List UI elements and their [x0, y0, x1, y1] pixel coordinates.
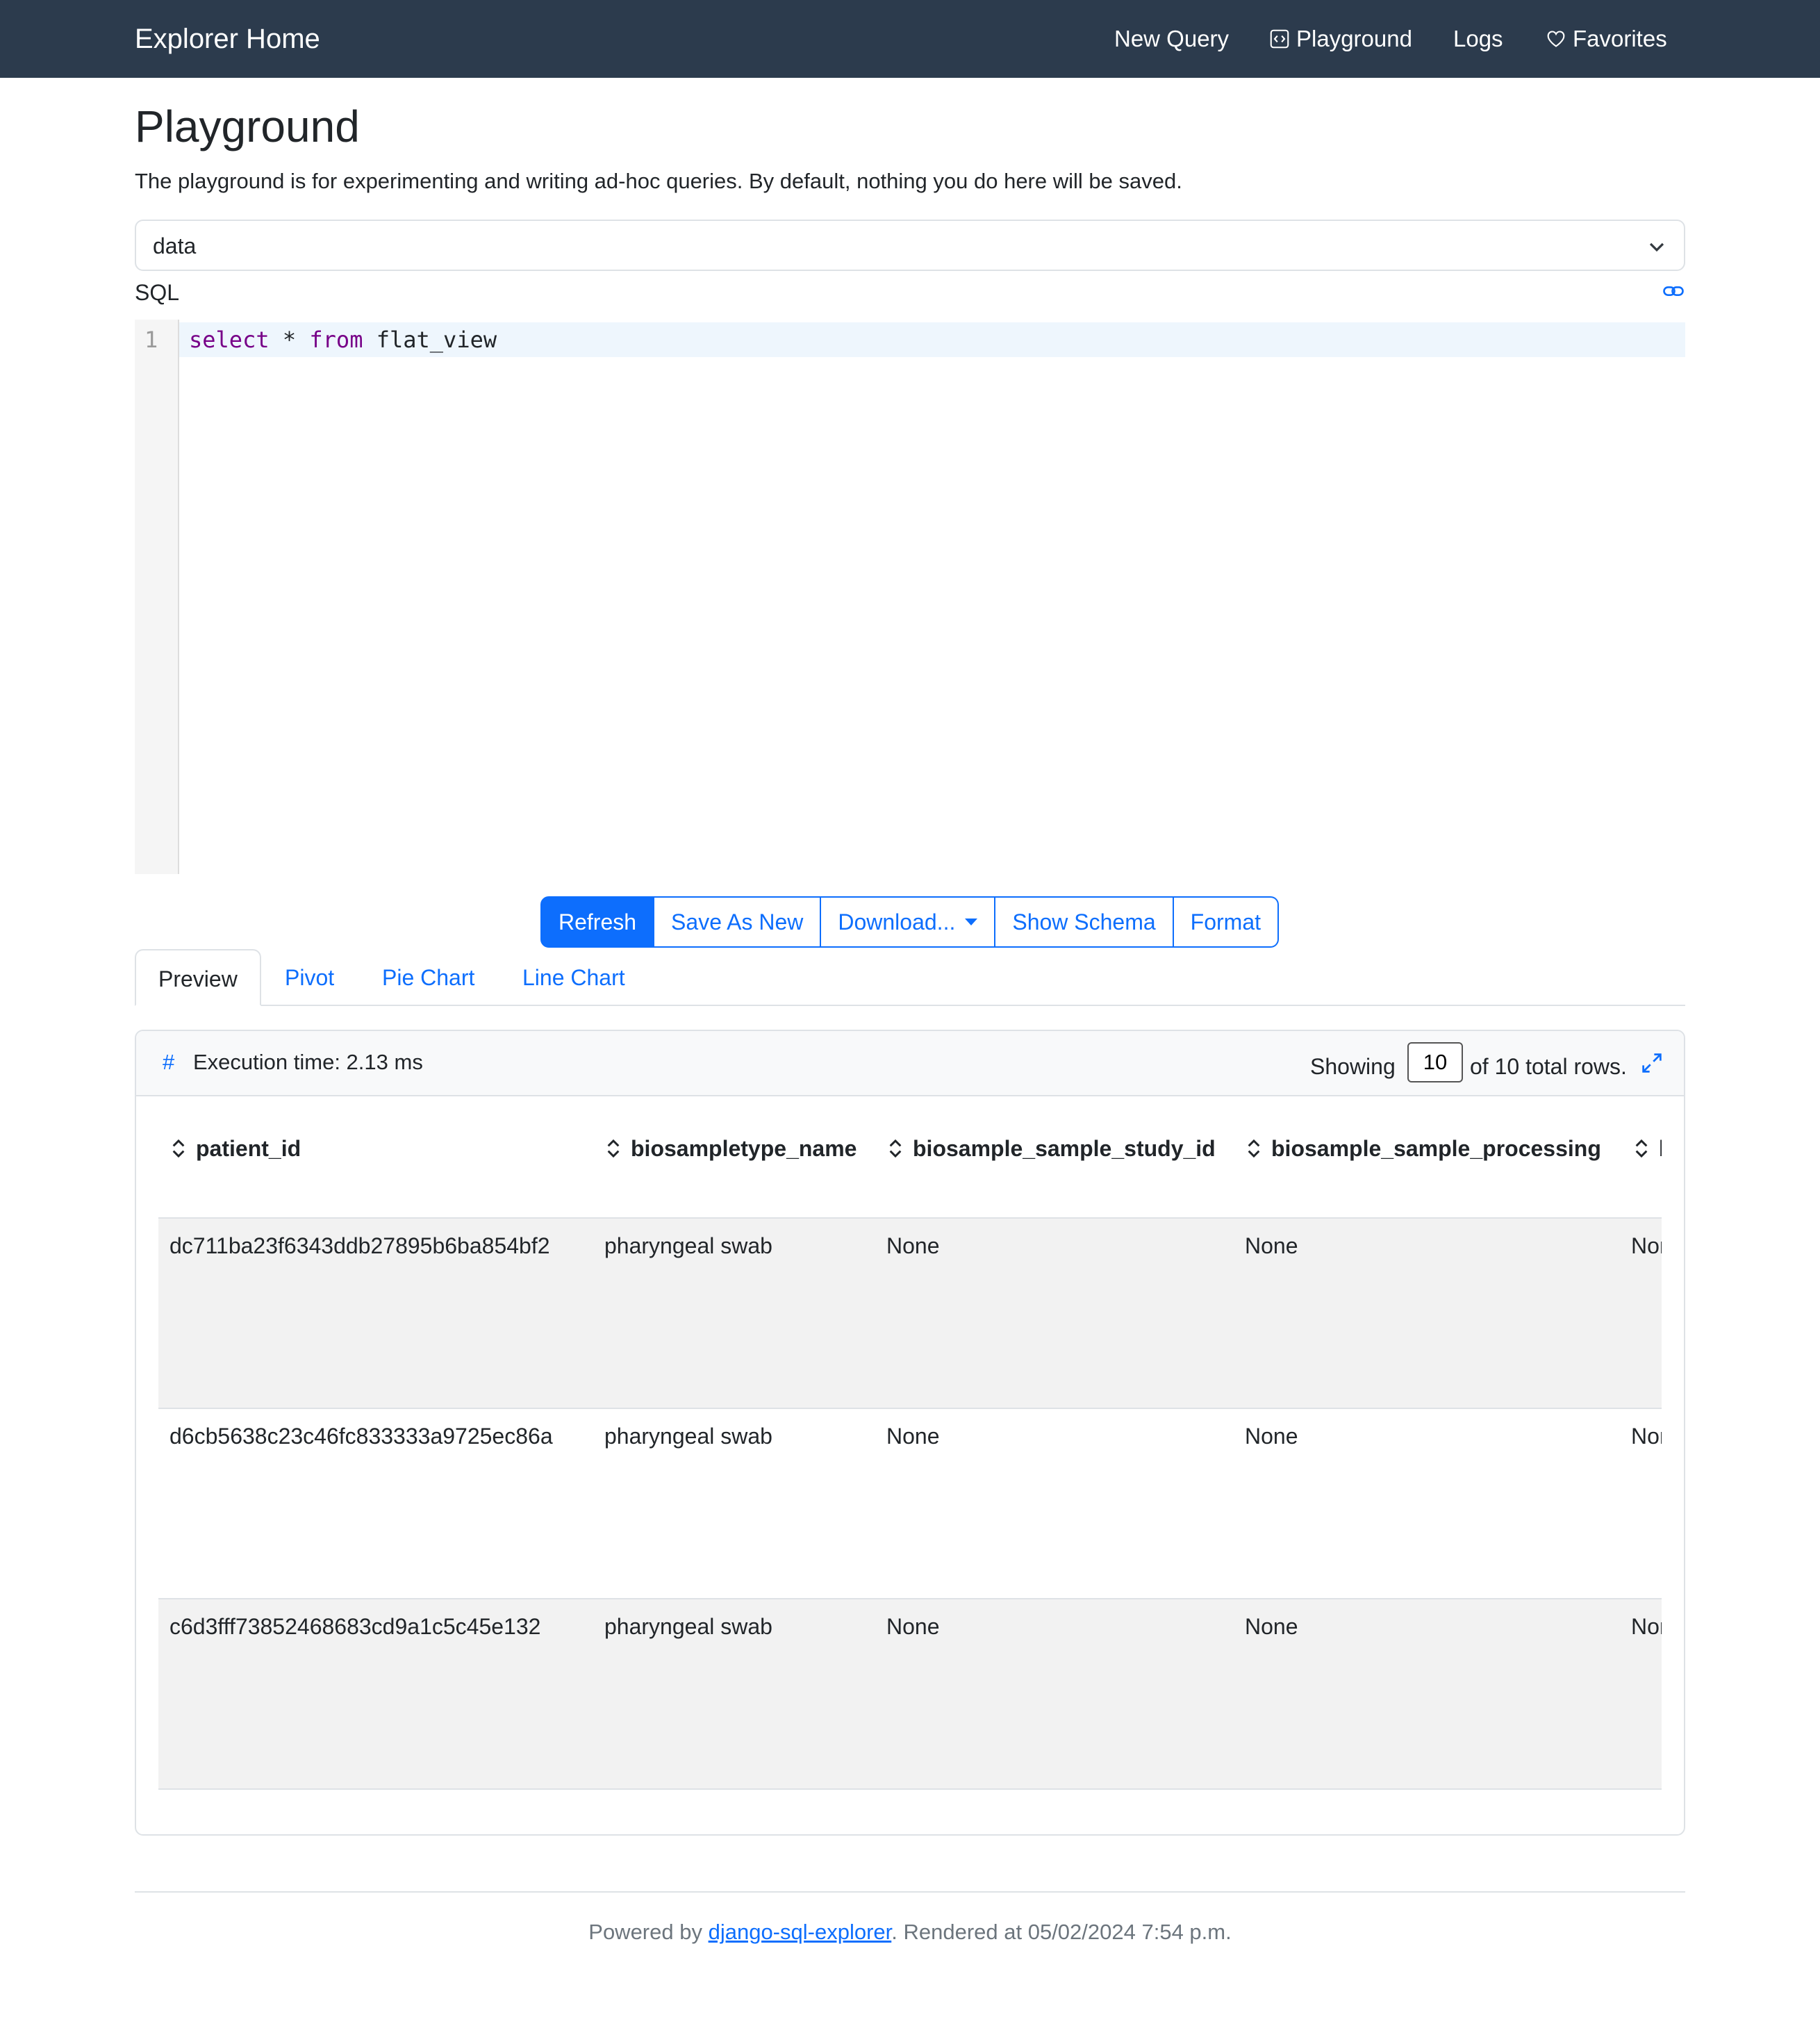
connection-select-value: data — [153, 233, 197, 258]
results-table: patient_id biosampletype_name biosample_… — [158, 1096, 1662, 1819]
save-as-new-button[interactable]: Save As New — [654, 896, 822, 948]
nav-new-query-label: New Query — [1114, 26, 1230, 51]
rows-shown-input[interactable] — [1407, 1042, 1463, 1082]
caret-down-icon — [965, 919, 978, 925]
code-token: flat_view — [363, 327, 497, 353]
nav-favorites[interactable]: Favorites — [1546, 21, 1667, 57]
nav-logs-label: Logs — [1453, 26, 1503, 51]
editor-gutter — [135, 320, 179, 874]
editor-code-line[interactable]: select * from flat_view — [189, 322, 497, 357]
column-header-label: biosample_sample_study_id — [913, 1136, 1216, 1161]
link-icon[interactable] — [1663, 281, 1684, 302]
brand-link[interactable]: Explorer Home — [135, 21, 320, 57]
column-header-label: b — [1659, 1131, 1662, 1166]
nav-favorites-label: Favorites — [1573, 26, 1667, 51]
sort-icon — [1248, 1139, 1260, 1158]
results-header: # Execution time: 2.13 ms Showing of 10 … — [136, 1031, 1684, 1096]
chevron-down-icon — [1649, 242, 1664, 252]
table-cell: None — [1245, 1614, 1298, 1639]
sort-icon — [172, 1139, 185, 1158]
column-header-label: patient_id — [196, 1136, 301, 1161]
table-cell: dc711ba23f6343ddb27895b6ba854bf2 — [169, 1233, 550, 1258]
code-token-keyword: select — [189, 327, 270, 353]
column-header[interactable]: b — [1634, 1131, 1662, 1166]
showing-label: Showing — [1310, 1054, 1396, 1079]
column-header[interactable]: biosampletype_name — [606, 1131, 857, 1166]
refresh-button[interactable]: Refresh — [540, 896, 655, 948]
fullscreen-icon[interactable] — [1639, 1051, 1664, 1076]
page-title: Playground — [135, 101, 360, 151]
table-cell: pharyngeal swab — [604, 1424, 772, 1449]
tab-preview[interactable]: Preview — [135, 949, 261, 1006]
table-cell: None — [1631, 1424, 1662, 1449]
table-cell: None — [886, 1233, 940, 1258]
footer-prefix: Powered by — [588, 1920, 709, 1944]
table-cell: None — [1631, 1614, 1662, 1639]
hash-icon[interactable]: # — [163, 1045, 174, 1080]
table-cell: None — [886, 1614, 940, 1639]
nav-logs[interactable]: Logs — [1453, 21, 1503, 57]
sql-editor[interactable]: 1 select * from flat_view — [135, 320, 1685, 874]
show-schema-button[interactable]: Show Schema — [995, 896, 1174, 948]
download-dropdown-button[interactable]: Download... — [821, 896, 996, 948]
table-cell: pharyngeal swab — [604, 1614, 772, 1639]
column-header[interactable]: biosample_sample_processing — [1246, 1131, 1601, 1166]
result-tabs: Preview Pivot Pie Chart Line Chart — [135, 949, 1685, 1006]
results-card: # Execution time: 2.13 ms Showing of 10 … — [135, 1030, 1685, 1836]
table-cell: d6cb5638c23c46fc833333a9725ec86a — [169, 1424, 553, 1449]
footer-suffix: . Rendered at 05/02/2024 7:54 p.m. — [891, 1920, 1232, 1944]
nav-playground[interactable]: Playground — [1270, 21, 1412, 57]
column-header-label: biosample_sample_processing — [1271, 1136, 1601, 1161]
format-button[interactable]: Format — [1173, 896, 1280, 948]
column-header[interactable]: biosample_sample_study_id — [888, 1131, 1216, 1166]
sort-icon — [1635, 1139, 1648, 1158]
table-cell: c6d3fff73852468683cd9a1c5c45e132 — [169, 1614, 541, 1639]
footer-link[interactable]: django-sql-explorer — [709, 1920, 892, 1944]
total-rows-label: of 10 total rows. — [1470, 1054, 1627, 1079]
tab-pie-chart[interactable]: Pie Chart — [382, 949, 474, 1006]
table-cell: None — [1245, 1424, 1298, 1449]
connection-select[interactable]: data — [135, 220, 1685, 271]
table-cell: None — [1631, 1233, 1662, 1258]
sql-label: SQL — [135, 280, 180, 305]
footer: Powered by django-sql-explorer. Rendered… — [0, 1915, 1820, 1950]
tab-pivot[interactable]: Pivot — [285, 949, 334, 1006]
execution-time: Execution time: 2.13 ms — [193, 1050, 423, 1074]
table-cell: pharyngeal swab — [604, 1233, 772, 1258]
table-row: d6cb5638c23c46fc833333a9725ec86a pharyng… — [158, 1408, 1662, 1598]
table-bottom-border — [158, 1788, 1662, 1790]
nav-playground-label: Playground — [1296, 26, 1412, 51]
code-token-keyword: from — [309, 327, 363, 353]
page-description: The playground is for experimenting and … — [135, 169, 1182, 193]
table-cell: None — [886, 1424, 940, 1449]
tab-line-chart[interactable]: Line Chart — [522, 949, 625, 1006]
editor-line-number: 1 — [144, 327, 158, 353]
nav-new-query[interactable]: New Query — [1114, 21, 1229, 57]
table-row: dc711ba23f6343ddb27895b6ba854bf2 pharyng… — [158, 1217, 1662, 1408]
heart-icon — [1547, 31, 1565, 47]
column-header-label: biosampletype_name — [631, 1136, 857, 1161]
sort-icon — [889, 1139, 902, 1158]
query-actions: Refresh Save As New Download... Show Sch… — [540, 896, 1280, 948]
sort-icon — [607, 1139, 620, 1158]
table-cell: None — [1245, 1233, 1298, 1258]
download-button-label: Download... — [838, 909, 956, 934]
code-square-icon — [1270, 29, 1289, 49]
table-row: c6d3fff73852468683cd9a1c5c45e132 pharyng… — [158, 1598, 1662, 1788]
code-token: * — [269, 327, 310, 353]
footer-divider — [135, 1891, 1685, 1893]
navbar: Explorer Home New Query Playground Logs … — [0, 0, 1820, 78]
column-header[interactable]: patient_id — [171, 1131, 301, 1166]
